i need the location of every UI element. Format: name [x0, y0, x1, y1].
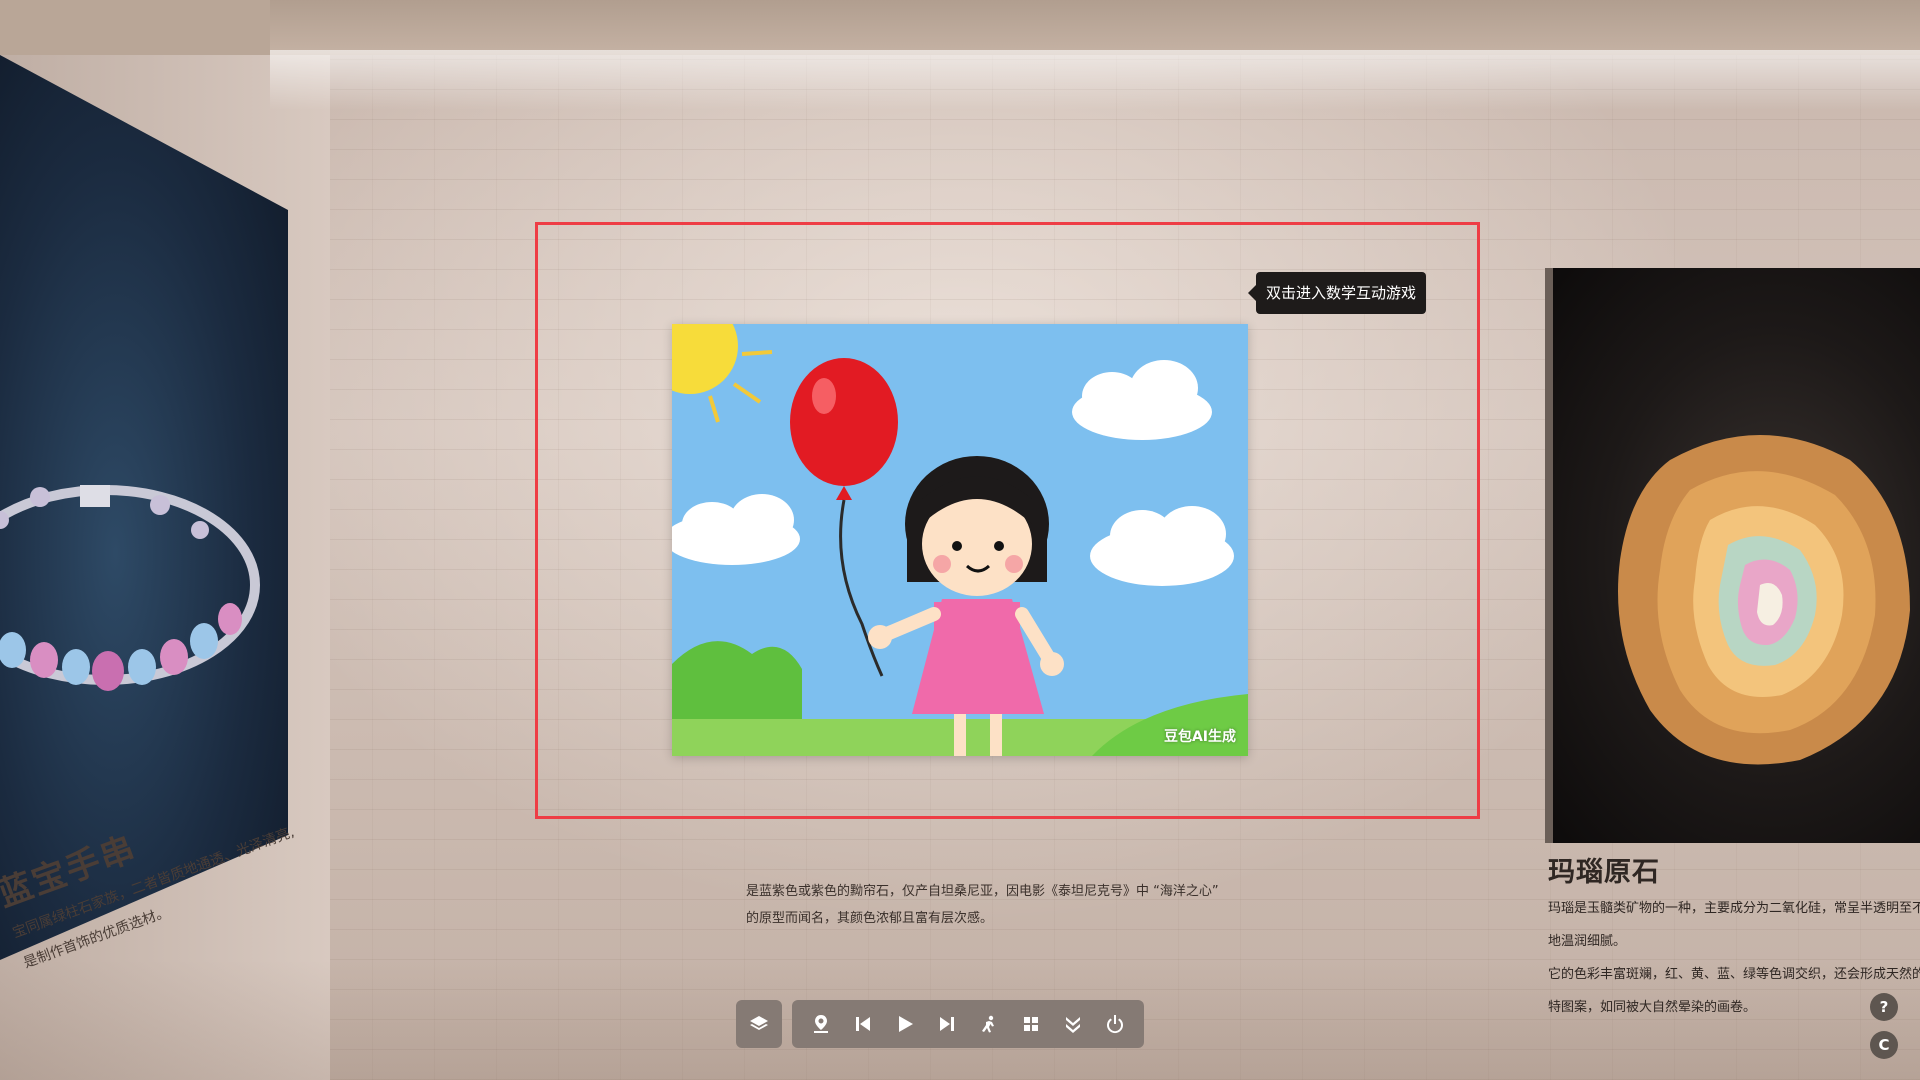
layers-icon: [750, 1016, 768, 1030]
collapse-icon: [1066, 1017, 1080, 1033]
play-button[interactable]: [884, 1000, 926, 1048]
right-exhibit-title: 玛瑙原石: [1548, 857, 1660, 888]
previous-icon: [856, 1017, 870, 1031]
next-icon: [940, 1017, 954, 1031]
help-button[interactable]: ?: [1870, 993, 1898, 1021]
layers-button[interactable]: [736, 1000, 782, 1048]
grid-icon: [1024, 1017, 1038, 1031]
center-exhibit-description: 是蓝紫色或紫色的黝帘石，仅产自坦桑尼亚，因电影《泰坦尼克号》中 “海洋之心” 的…: [746, 878, 1246, 932]
collapse-button[interactable]: [1052, 1000, 1094, 1048]
previous-button[interactable]: [842, 1000, 884, 1048]
center-desc-line: 是蓝紫色或紫色的黝帘石，仅产自坦桑尼亚，因电影《泰坦尼克号》中 “海洋之心”: [746, 884, 1219, 899]
next-button[interactable]: [926, 1000, 968, 1048]
agate-image: [1618, 435, 1910, 765]
right-exhibit-desc-line: 它的色彩丰富斑斓，红、黄、蓝、绿等色调交织，还会形成天然的环: [1548, 967, 1920, 982]
bracelet-image: [0, 485, 260, 691]
power-button[interactable]: [1094, 1000, 1136, 1048]
crayon-drawing: [672, 324, 1248, 756]
right-exhibit-caption: 玛瑙原石 玛瑙是玉髓类矿物的一种，主要成分为二氧化硅，常呈半透明至不 地温润细腻…: [1548, 850, 1920, 1021]
center-desc-line: 的原型而闻名，其颜色浓郁且富有层次感。: [746, 911, 994, 926]
ceiling-light: [270, 50, 1920, 110]
right-exhibit-desc-line: 特图案，如同被大自然晕染的画卷。: [1548, 1000, 1757, 1015]
grid-view-button[interactable]: [1010, 1000, 1052, 1048]
center-exhibit-artwork[interactable]: 豆包AI生成: [672, 324, 1248, 756]
location-icon: [814, 1015, 828, 1033]
power-icon: [1107, 1015, 1123, 1034]
auto-tour-button[interactable]: [968, 1000, 1010, 1048]
play-icon: [899, 1016, 913, 1032]
right-exhibit-desc-line: 玛瑙是玉髓类矿物的一种，主要成分为二氧化硅，常呈半透明至不: [1548, 901, 1920, 916]
ceiling: [270, 0, 1920, 55]
location-button[interactable]: [800, 1000, 842, 1048]
auto-tour-icon: [982, 1015, 994, 1033]
navigation-controls: [792, 1000, 1144, 1048]
gallery-scene: 蓝宝手串 宝同属绿柱石家族，二者皆质地通透、光泽清亮, 是制作首饰的优质选材。: [0, 0, 1920, 1080]
bottom-toolbar: [736, 1000, 1144, 1048]
interaction-tooltip: 双击进入数学互动游戏: [1247, 272, 1427, 314]
ai-watermark: 豆包AI生成: [1163, 729, 1236, 745]
right-exhibit-desc-line: 地温润细腻。: [1548, 934, 1627, 949]
c-button[interactable]: C: [1870, 1031, 1898, 1059]
